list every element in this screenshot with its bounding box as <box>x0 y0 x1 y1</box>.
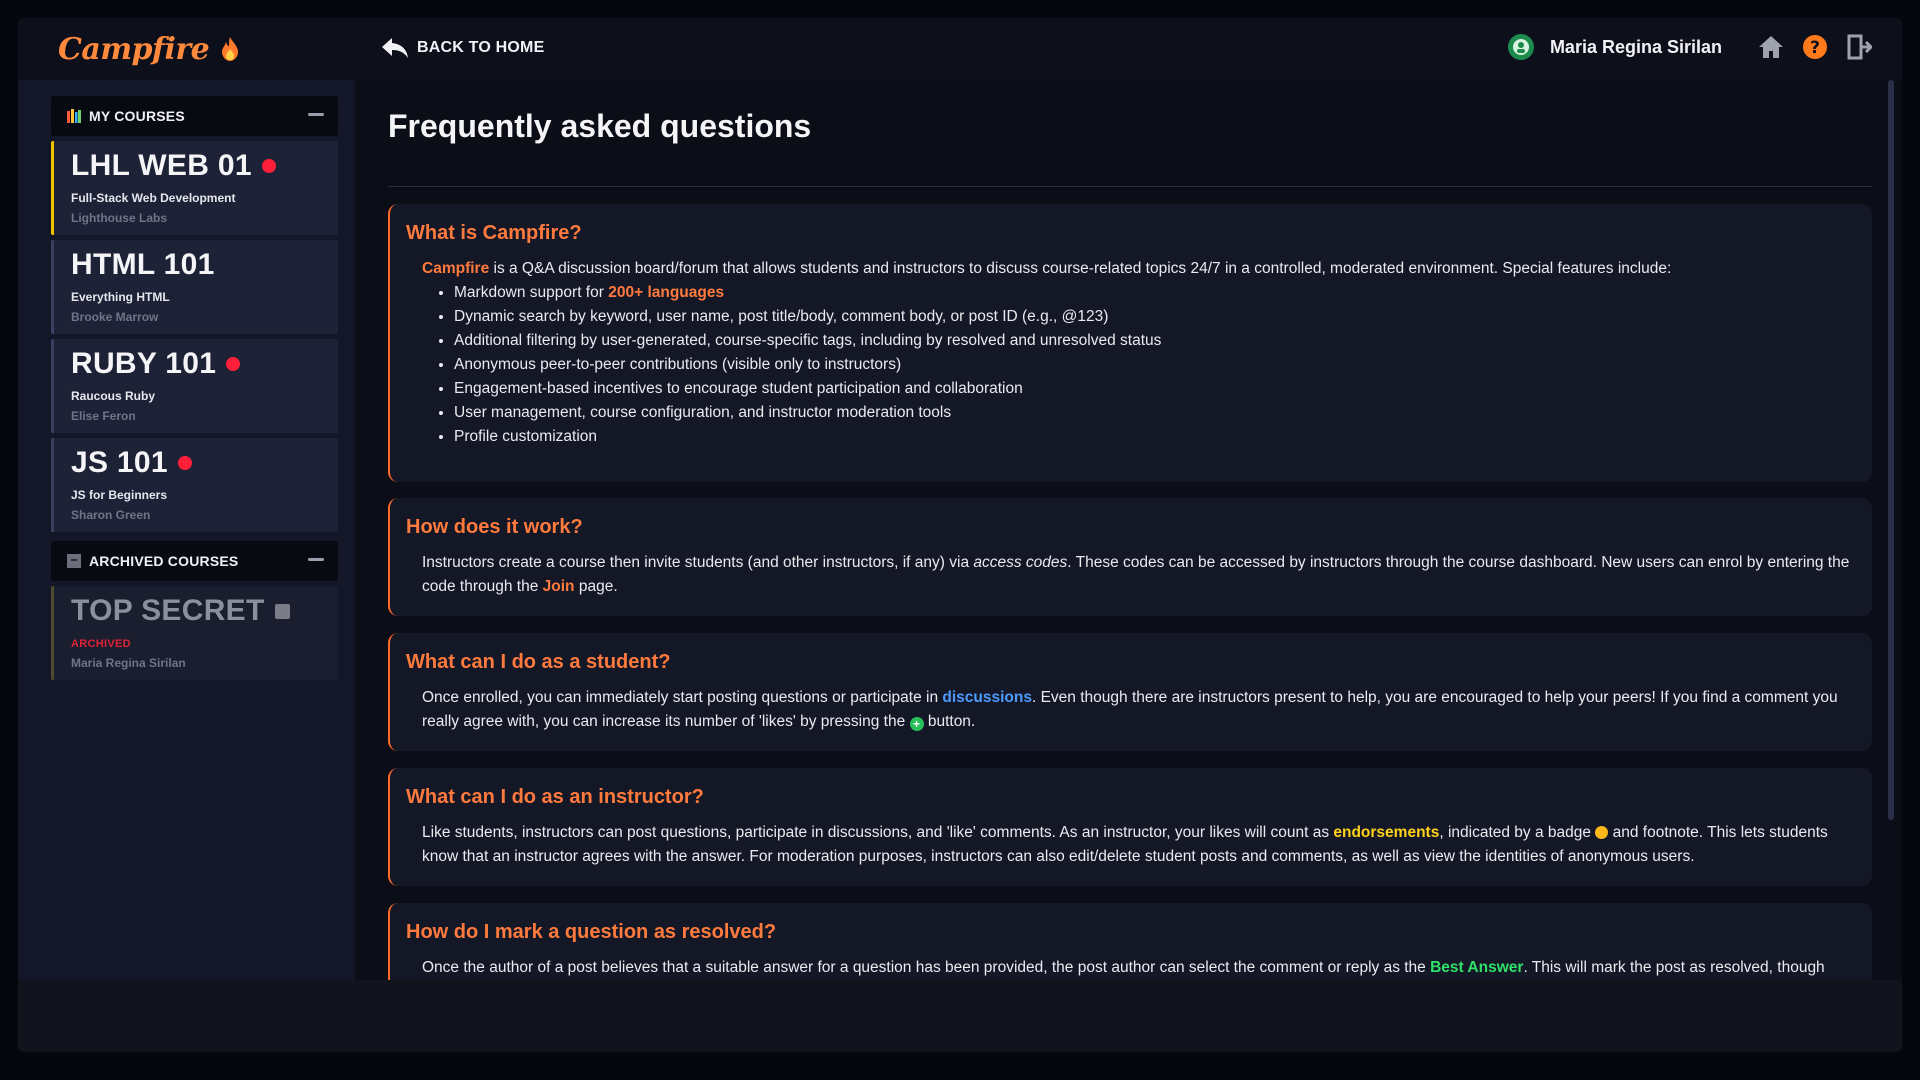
my-courses-header[interactable]: MY COURSES <box>51 96 338 136</box>
collapse-icon[interactable] <box>308 558 324 561</box>
collapse-icon[interactable] <box>308 113 324 116</box>
list-item: Dynamic search by keyword, user name, po… <box>454 305 1856 329</box>
archive-box-icon <box>67 554 81 568</box>
course-card-html-101[interactable]: HTML 101 Everything HTML Brooke Marrow <box>51 240 338 334</box>
archived-tag: ARCHIVED <box>71 638 131 650</box>
plus-like-icon: + <box>909 717 924 731</box>
archived-courses-title: ARCHIVED COURSES <box>89 553 239 569</box>
course-instructor: Lighthouse Labs <box>71 211 167 225</box>
back-to-home-button[interactable]: BACK TO HOME <box>381 36 544 60</box>
my-courses-title: MY COURSES <box>89 108 185 124</box>
course-instructor: Maria Regina Sirilan <box>71 656 186 670</box>
svg-text:?: ? <box>1810 38 1820 58</box>
course-card-top-secret[interactable]: TOP SECRET ARCHIVED Maria Regina Sirilan <box>51 586 338 680</box>
sidebar: Campfire MY COURSES LHL WEB 01 Full-Stac… <box>18 18 355 980</box>
best-answer-link[interactable]: Best Answer <box>1430 959 1523 976</box>
faq-question: What can I do as a student? <box>406 651 671 673</box>
list-item: Additional filtering by user-generated, … <box>454 329 1856 353</box>
reply-arrow-icon <box>382 38 408 58</box>
scrollbar[interactable] <box>1888 80 1894 820</box>
campfire-logo[interactable]: Campfire <box>58 32 210 67</box>
faq-question: What is Campfire? <box>406 222 582 244</box>
languages-link[interactable]: 200+ languages <box>608 284 724 301</box>
faq-item: What can I do as a student? Once enrolle… <box>388 633 1872 751</box>
endorsement-badge-icon <box>1595 826 1609 839</box>
faq-answer: Like students, instructors can post ques… <box>422 824 1828 865</box>
faq-question: What can I do as an instructor? <box>406 786 704 808</box>
help-icon[interactable]: ? <box>1800 32 1830 62</box>
faq-item: How do I mark a question as resolved? On… <box>388 903 1872 980</box>
logout-icon[interactable] <box>1844 32 1874 62</box>
faq-item: How does it work? Instructors create a c… <box>388 498 1872 616</box>
course-name: Everything HTML <box>71 290 170 304</box>
faq-question: How do I mark a question as resolved? <box>406 921 777 943</box>
footer <box>18 980 1902 1052</box>
app-window: Campfire MY COURSES LHL WEB 01 Full-Stac… <box>18 18 1902 1052</box>
course-code: HTML 101 <box>71 248 215 281</box>
title-divider <box>388 186 1872 187</box>
books-icon <box>67 109 81 123</box>
course-card-js-101[interactable]: JS 101 JS for Beginners Sharon Green <box>51 438 338 532</box>
course-instructor: Sharon Green <box>71 508 151 522</box>
logo-bar: Campfire <box>18 18 355 80</box>
course-name: JS for Beginners <box>71 488 168 502</box>
course-code: TOP SECRET <box>71 594 338 628</box>
faq-answer: Once enrolled, you can immediately start… <box>422 689 1838 731</box>
back-to-home-label: BACK TO HOME <box>417 39 545 56</box>
course-instructor: Brooke Marrow <box>71 310 159 324</box>
list-item: Engagement-based incentives to encourage… <box>454 377 1856 401</box>
user-name[interactable]: Maria Regina Sirilan <box>1550 37 1722 58</box>
feature-list: Markdown support for 200+ languages Dyna… <box>454 281 1856 449</box>
archived-courses-header[interactable]: ARCHIVED COURSES <box>51 541 338 581</box>
unread-dot-icon <box>177 456 192 470</box>
course-code: LHL WEB 01 <box>71 149 338 183</box>
emphasis: access codes <box>973 554 1068 571</box>
archive-icon <box>274 603 290 619</box>
avatar[interactable] <box>1507 34 1534 60</box>
list-item: Anonymous peer-to-peer contributions (vi… <box>454 353 1856 377</box>
user-area: Maria Regina Sirilan ? <box>1507 32 1874 62</box>
course-card-lhl-web-01[interactable]: LHL WEB 01 Full-Stack Web Development Li… <box>51 141 338 235</box>
list-item: Profile customization <box>454 425 1856 449</box>
home-icon[interactable] <box>1756 32 1786 62</box>
avatar-character-icon <box>1512 39 1529 55</box>
faq-answer: Instructors create a course then invite … <box>422 554 1850 595</box>
faq-question: How does it work? <box>406 516 583 538</box>
answer-text: is a Q&A discussion board/forum that all… <box>489 260 1672 277</box>
discussions-link[interactable]: discussions <box>942 689 1032 706</box>
faq-item: What can I do as an instructor? Like stu… <box>388 768 1872 886</box>
course-code: JS 101 <box>71 446 338 480</box>
faq-item: What is Campfire? Campfire is a Q&A disc… <box>388 204 1872 482</box>
faq-answer: Campfire is a Q&A discussion board/forum… <box>406 257 1856 449</box>
course-name: Full-Stack Web Development <box>71 191 236 205</box>
course-name: Raucous Ruby <box>71 389 156 403</box>
course-code: RUBY 101 <box>71 347 338 381</box>
brand-link[interactable]: Campfire <box>422 260 489 277</box>
course-instructor: Elise Feron <box>71 409 136 423</box>
list-item: Markdown support for 200+ languages <box>454 281 1856 305</box>
page-title: Frequently asked questions <box>388 108 812 144</box>
flame-icon <box>222 37 239 61</box>
faq-answer: Once the author of a post believes that … <box>422 959 1825 976</box>
join-link[interactable]: Join <box>543 578 575 595</box>
topbar: BACK TO HOME Maria Regina Sirilan ? <box>355 18 1902 80</box>
course-card-ruby-101[interactable]: RUBY 101 Raucous Ruby Elise Feron <box>51 339 338 433</box>
list-item: User management, course configuration, a… <box>454 401 1856 425</box>
unread-dot-icon <box>226 357 241 371</box>
main-content: Frequently asked questions What is Campf… <box>355 80 1902 980</box>
unread-dot-icon <box>261 159 276 173</box>
endorsements-link[interactable]: endorsements <box>1333 824 1439 841</box>
